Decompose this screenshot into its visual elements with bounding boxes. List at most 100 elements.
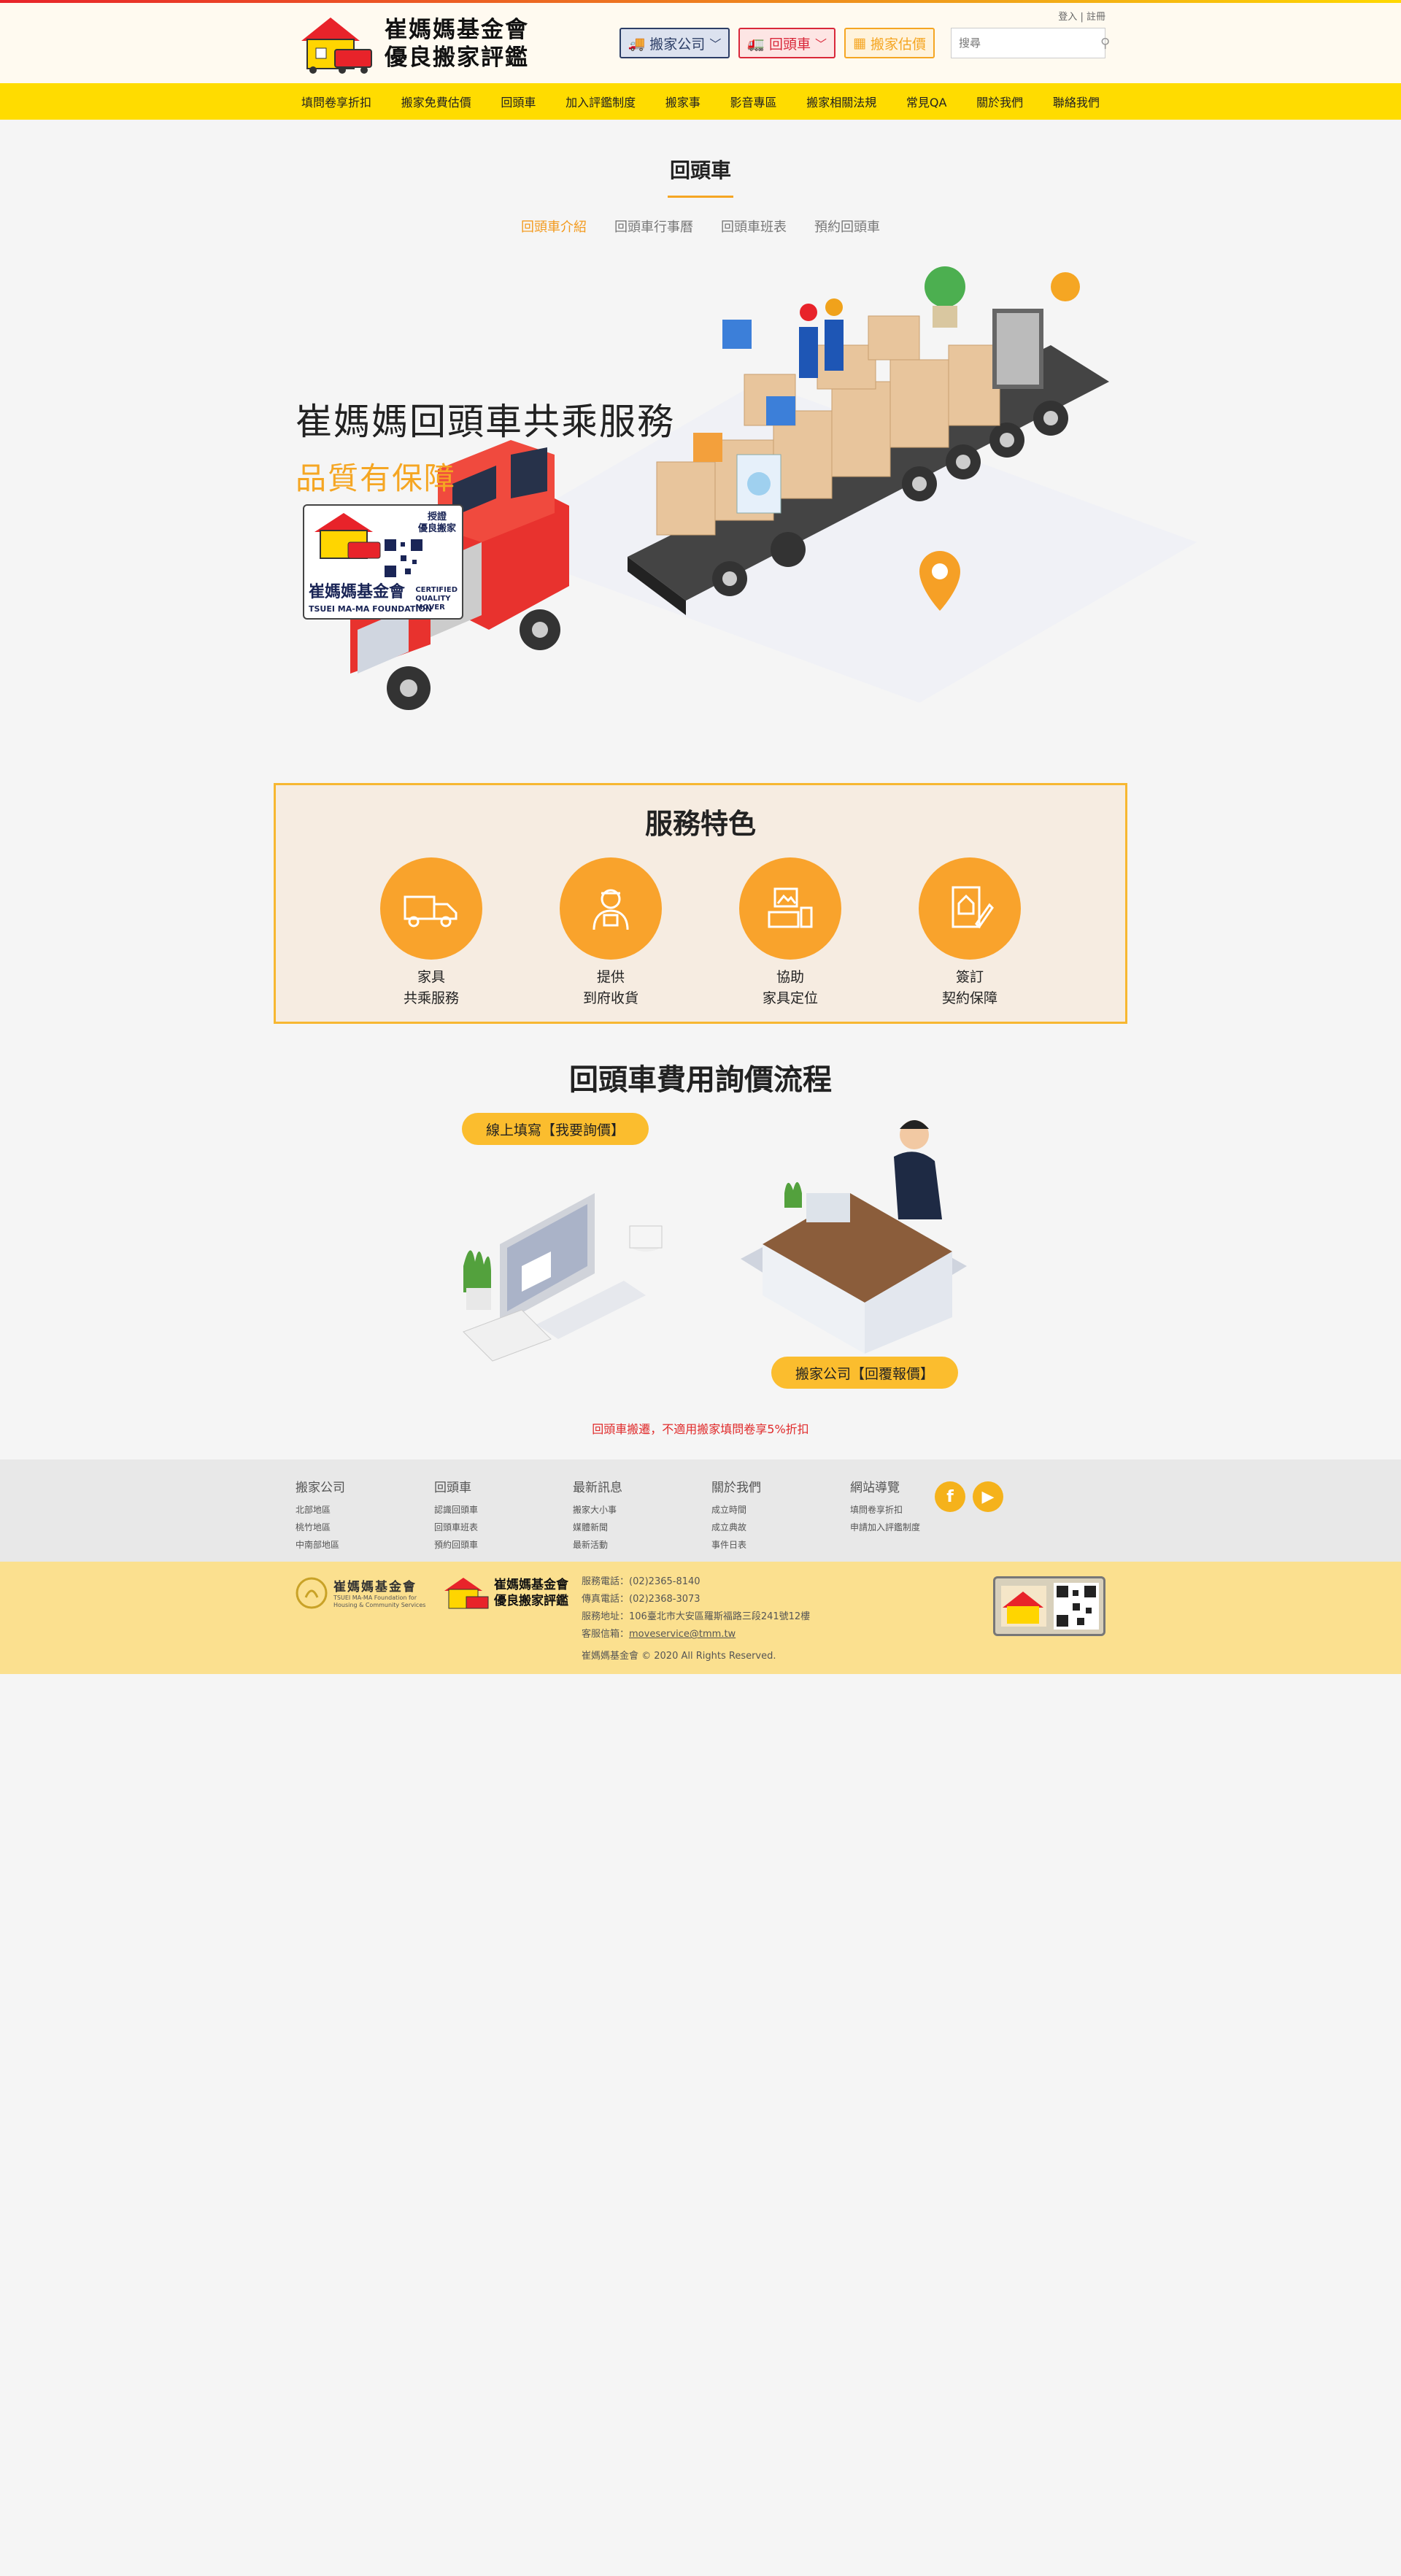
movers-dropdown-button[interactable]: 🚚 搬家公司 ﹀: [619, 28, 730, 58]
qr-badge: [993, 1576, 1105, 1636]
facebook-icon[interactable]: f: [935, 1481, 965, 1512]
truck-icon: 🚛: [747, 35, 765, 52]
page-title: 回頭車: [669, 158, 731, 182]
login-link[interactable]: 登入: [1058, 12, 1077, 23]
copyright: 崔媽媽基金會 © 2020 All Rights Reserved.: [582, 1651, 776, 1662]
office-worker-illustration: [741, 1120, 967, 1354]
chevron-down-icon: ﹀: [815, 37, 827, 51]
account-links: 登入 | 註冊: [1058, 9, 1105, 23]
feature-line2: 契約保障: [941, 990, 997, 1006]
return-truck-dropdown-button[interactable]: 🚛 回頭車 ﹀: [738, 28, 836, 58]
estimate-button[interactable]: ▦ 搬家估價: [844, 28, 935, 58]
feature-item: 協助 家具定位: [725, 857, 856, 1009]
online-inquiry-button[interactable]: 線上填寫【我要詢價】: [462, 1113, 649, 1145]
footer-link[interactable]: 申請加入評鑑制度: [850, 1519, 989, 1536]
nav-free-estimate[interactable]: 搬家免費估價: [395, 93, 477, 110]
footer-link[interactable]: 成立時間: [711, 1501, 850, 1519]
social-links: f ▶: [935, 1481, 1003, 1512]
feature-line1: 簽訂: [955, 969, 984, 985]
calculator-icon: ▦: [853, 35, 866, 51]
nav-survey-discount[interactable]: 填問卷享折扣: [296, 93, 377, 110]
worker-icon: [560, 857, 662, 960]
chevron-down-icon: ﹀: [709, 37, 722, 51]
foundation-english-2: Housing & Community Services: [333, 1602, 426, 1608]
footer-link[interactable]: 桃竹地區: [296, 1519, 434, 1536]
header-actions: 🚚 搬家公司 ﹀ 🚛 回頭車 ﹀ ▦ 搬家估價 ⚲: [619, 28, 1110, 58]
footer-link[interactable]: 搬家大小事: [573, 1501, 711, 1519]
evaluation-logo[interactable]: 崔媽媽基金會 優良搬家評鑑: [441, 1575, 568, 1611]
footer-link[interactable]: 媒體新聞: [573, 1519, 711, 1536]
foundation-english-1: TSUEI MA-MA Foundation for: [333, 1594, 417, 1601]
nav-contact[interactable]: 聯絡我們: [1047, 93, 1105, 110]
badge-side-line2: 優良搬家: [417, 523, 456, 534]
process-title: 回頭車費用詢價流程: [569, 1063, 832, 1097]
site-logo[interactable]: 崔媽媽基金會 優良搬家評鑑: [296, 13, 529, 74]
furniture-icon: [739, 857, 841, 960]
nav-join-evaluation[interactable]: 加入評鑑制度: [560, 93, 641, 110]
tab-intro[interactable]: 回頭車介紹: [521, 217, 587, 236]
nav-video-zone[interactable]: 影音專區: [725, 93, 783, 110]
feature-line2: 共乘服務: [403, 990, 459, 1006]
discount-note: 回頭車搬遷，不適用搬家填問卷享5%折扣: [592, 1422, 809, 1436]
footer-col-about: 關於我們 成立時間 成立典故 事件日表: [711, 1477, 850, 1554]
service-features: 服務特色 家具 共乘服務 提供 到府收貨 協助 家具定位 簽訂 契約保障: [274, 783, 1127, 1024]
footer-link[interactable]: 認識回頭車: [434, 1501, 573, 1519]
site-header: 崔媽媽基金會 優良搬家評鑑 登入 | 註冊 🚚 搬家公司 ﹀ 🚛 回頭車 ﹀ ▦…: [0, 3, 1401, 83]
foundation-logo[interactable]: 崔媽媽基金會 TSUEI MA-MA Foundation for Housin…: [296, 1576, 425, 1609]
hero-title: 崔媽媽回頭車共乘服務: [296, 401, 675, 443]
search-box: ⚲: [951, 28, 1110, 58]
footer-col-title[interactable]: 搬家公司: [296, 1477, 434, 1495]
features-title: 服務特色: [644, 808, 756, 840]
feature-line2: 到府收貨: [582, 990, 638, 1006]
youtube-icon[interactable]: ▶: [973, 1481, 1003, 1512]
footer-link[interactable]: 北部地區: [296, 1501, 434, 1519]
badge-side-text: 授證 優良搬家: [418, 512, 456, 535]
search-icon[interactable]: ⚲: [1100, 36, 1110, 51]
nav-faq[interactable]: 常見QA: [900, 93, 953, 110]
feature-line1: 提供: [596, 969, 625, 985]
search-input[interactable]: [959, 36, 1100, 50]
logo-line1: 崔媽媽基金會: [385, 17, 529, 43]
footer-col-title[interactable]: 關於我們: [711, 1477, 850, 1495]
footer-col-news: 最新訊息 搬家大小事 媒體新聞 最新活動: [573, 1477, 711, 1554]
tab-calendar[interactable]: 回頭車行事曆: [614, 217, 693, 236]
badge-cq-line1: CERTIFIED: [415, 586, 458, 594]
footer-col-title[interactable]: 最新訊息: [573, 1477, 711, 1495]
evaluation-logo-line2: 優良搬家評鑑: [494, 1594, 568, 1608]
footer-link[interactable]: 中南部地區: [296, 1536, 434, 1554]
truck-icon: 🚚: [628, 35, 646, 52]
footer-link[interactable]: 預約回頭車: [434, 1536, 573, 1554]
subtabs: 回頭車介紹 回頭車行事曆 回頭車班表 預約回頭車: [0, 217, 1401, 236]
footer-link[interactable]: 事件日表: [711, 1536, 850, 1554]
computer-illustration: [463, 1193, 663, 1362]
nav-return-truck[interactable]: 回頭車: [495, 93, 541, 110]
nav-moving-affairs[interactable]: 搬家事: [660, 93, 706, 110]
register-link[interactable]: 註冊: [1087, 12, 1105, 23]
estimate-label: 搬家估價: [870, 36, 926, 53]
footer-col-movers: 搬家公司 北部地區 桃竹地區 中南部地區: [296, 1477, 434, 1554]
badge-cq-line2: QUALITY: [415, 595, 451, 603]
tab-schedule[interactable]: 回頭車班表: [721, 217, 787, 236]
feature-item: 提供 到府收貨: [545, 857, 676, 1009]
logo-line2: 優良搬家評鑑: [385, 45, 529, 71]
email-link[interactable]: moveservice@tmm.tw: [629, 1629, 736, 1640]
nav-moving-laws[interactable]: 搬家相關法規: [800, 93, 882, 110]
foundation-emblem-icon: [296, 1577, 328, 1608]
feature-line1: 協助: [776, 969, 804, 985]
email-label: 客服信箱：: [582, 1629, 630, 1640]
badge-org-english: TSUEI MA-MA FOUNDATION: [309, 604, 433, 614]
footer-link[interactable]: 回頭車班表: [434, 1519, 573, 1536]
company-quote-button[interactable]: 搬家公司【回覆報價】: [771, 1357, 958, 1389]
tab-reserve[interactable]: 預約回頭車: [814, 217, 880, 236]
fax-text: 傳真電話：(02)2368-3073: [582, 1594, 700, 1605]
phone-text: 服務電話：(02)2365-8140: [582, 1576, 700, 1587]
footer-link[interactable]: 最新活動: [573, 1536, 711, 1554]
nav-about[interactable]: 關於我們: [970, 93, 1029, 110]
certified-mover-badge: 授證 優良搬家 CERTIFIED QUALITY MOVER 崔媽媽基金會 T…: [303, 504, 463, 620]
footer-link[interactable]: 成立典故: [711, 1519, 850, 1536]
badge-org-name: 崔媽媽基金會: [309, 583, 406, 601]
footer-col-title[interactable]: 回頭車: [434, 1477, 573, 1495]
divider: |: [1080, 12, 1084, 23]
contact-info: 服務電話：(02)2365-8140 傳真電話：(02)2368-3073 服務…: [582, 1573, 810, 1643]
title-underline: [668, 196, 733, 198]
